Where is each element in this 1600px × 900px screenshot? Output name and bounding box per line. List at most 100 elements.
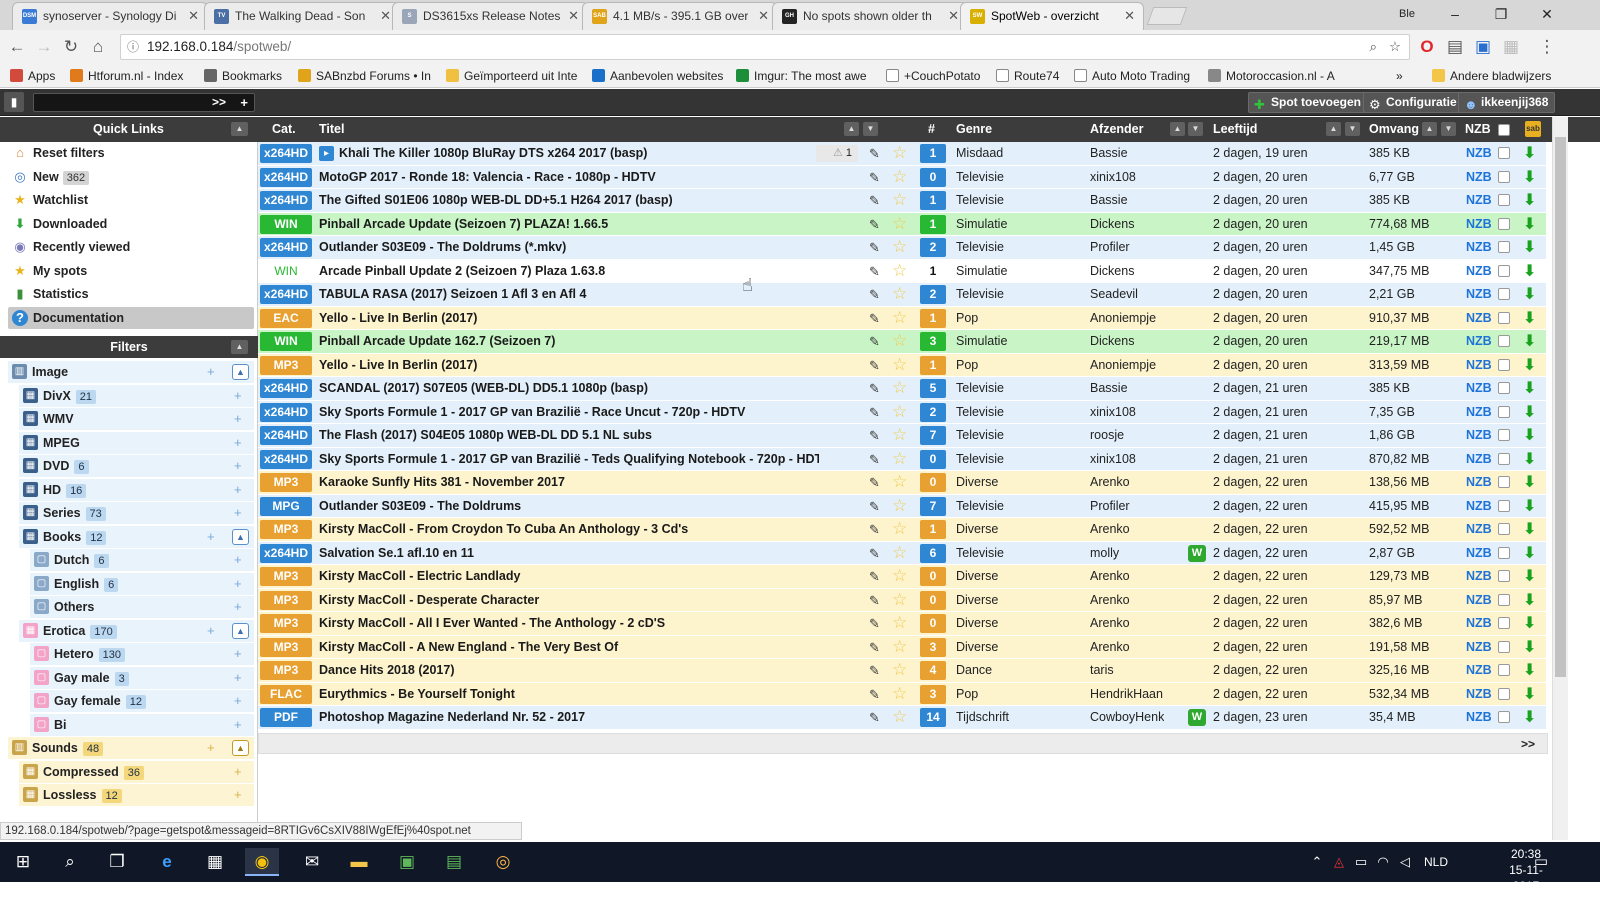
app-icon[interactable]: ▣ bbox=[390, 848, 424, 876]
quick-links-collapse-icon[interactable]: ▲ bbox=[231, 122, 248, 136]
download-arrow-icon[interactable]: ⬇ bbox=[1523, 215, 1536, 234]
filter-divx[interactable]: ▦ DivX 21 + bbox=[19, 384, 254, 407]
sort-title-desc[interactable]: ▼ bbox=[863, 122, 878, 136]
print-icon[interactable]: ▤ bbox=[1444, 36, 1466, 58]
filter-add-icon[interactable]: + bbox=[234, 643, 242, 665]
nzb-link[interactable]: NZB bbox=[1466, 330, 1492, 353]
spot-title[interactable]: Pinball Arcade Update (Seizoen 7) PLAZA!… bbox=[319, 213, 819, 236]
spot-row[interactable]: MP3 Karaoke Sunfly Hits 381 - November 20… bbox=[258, 471, 1546, 495]
watchlist-star-icon[interactable]: ☆ bbox=[892, 213, 907, 235]
filter-add-icon[interactable]: + bbox=[234, 690, 242, 712]
spot-category-badge[interactable]: x264HD bbox=[260, 167, 312, 187]
spot-select-checkbox[interactable] bbox=[1498, 593, 1510, 606]
watchlist-star-icon[interactable]: ☆ bbox=[892, 307, 907, 329]
spot-select-checkbox[interactable] bbox=[1498, 147, 1510, 159]
quick-link-watchlist[interactable]: ★ Watchlist bbox=[8, 189, 254, 211]
bookmark-item[interactable]: Geïmporteerd uit Inte bbox=[446, 67, 577, 85]
download-arrow-icon[interactable]: ⬇ bbox=[1523, 591, 1536, 610]
edit-icon[interactable]: ✎ bbox=[869, 142, 880, 165]
watchlist-star-icon[interactable]: ☆ bbox=[892, 636, 907, 658]
search-input[interactable]: >> + bbox=[33, 93, 255, 112]
forward-icon[interactable]: → bbox=[33, 36, 55, 58]
edit-icon[interactable]: ✎ bbox=[869, 612, 880, 635]
extension-icon[interactable]: ▣ bbox=[1472, 36, 1494, 58]
filter-add-icon[interactable]: + bbox=[207, 361, 215, 383]
spot-title[interactable]: Sky Sports Formule 1 - 2017 GP van Brazi… bbox=[319, 401, 819, 424]
spot-sender[interactable]: Bassie bbox=[1090, 189, 1128, 212]
spot-row[interactable]: x264HD The Gifted S01E06 1080p WEB-DL DD+… bbox=[258, 189, 1546, 213]
spot-category-badge[interactable]: MP3 bbox=[260, 661, 312, 680]
spot-sender[interactable]: Arenko bbox=[1090, 589, 1130, 612]
nzb-link[interactable]: NZB bbox=[1466, 424, 1492, 447]
spot-category-badge[interactable]: PDF bbox=[260, 708, 312, 727]
nzb-link[interactable]: NZB bbox=[1466, 142, 1492, 165]
download-arrow-icon[interactable]: ⬇ bbox=[1523, 614, 1536, 633]
spot-category-badge[interactable]: MP3 bbox=[260, 567, 312, 586]
spot-row[interactable]: MP3 Yello - Live In Berlin (2017) ✎ ☆ 1 Pop An… bbox=[258, 353, 1546, 377]
filter-mpeg[interactable]: ▦ MPEG + bbox=[19, 431, 254, 454]
browser-tab[interactable]: SAB 4.1 MB/s - 395.1 GB over ✕ bbox=[582, 2, 778, 30]
quick-link-downloaded[interactable]: ⬇ Downloaded bbox=[8, 213, 254, 235]
spot-category-badge[interactable]: x264HD bbox=[260, 144, 312, 163]
volume-icon[interactable]: ◁ bbox=[1388, 848, 1422, 876]
spot-row[interactable]: x264HD The Flash (2017) S04E05 1080p WEB-… bbox=[258, 424, 1546, 448]
nzb-link[interactable]: NZB bbox=[1466, 213, 1492, 236]
watchlist-star-icon[interactable]: ☆ bbox=[892, 565, 907, 587]
nzb-link[interactable]: NZB bbox=[1466, 448, 1492, 471]
store-icon[interactable]: ▦ bbox=[198, 848, 232, 876]
spot-sender[interactable]: Profiler bbox=[1090, 236, 1130, 259]
spot-sender[interactable]: Dickens bbox=[1090, 213, 1134, 236]
quick-link-statistics[interactable]: ▮ Statistics bbox=[8, 283, 254, 305]
tab-close-icon[interactable]: ✕ bbox=[568, 3, 579, 29]
column-cat[interactable]: Cat. bbox=[272, 117, 296, 142]
download-arrow-icon[interactable]: ⬇ bbox=[1523, 168, 1536, 187]
edit-icon[interactable]: ✎ bbox=[869, 565, 880, 588]
zoom-icon[interactable]: ⌕ bbox=[1369, 35, 1377, 59]
filter-add-icon[interactable]: + bbox=[207, 526, 215, 548]
spot-select-checkbox[interactable] bbox=[1498, 217, 1510, 230]
spot-row[interactable]: MP3 Kirsty MacColl - Electric Landlady ✎ ☆ 0… bbox=[258, 565, 1546, 589]
spot-sender[interactable]: Dickens bbox=[1090, 330, 1134, 353]
spot-select-checkbox[interactable] bbox=[1498, 687, 1510, 700]
spot-select-checkbox[interactable] bbox=[1498, 640, 1510, 653]
search-icon[interactable]: ⌕ bbox=[53, 848, 87, 876]
watchlist-star-icon[interactable]: ☆ bbox=[892, 448, 907, 470]
watchlist-star-icon[interactable]: ☆ bbox=[892, 354, 907, 376]
filter-add-icon[interactable]: + bbox=[234, 667, 242, 689]
edit-icon[interactable]: ✎ bbox=[869, 518, 880, 541]
download-arrow-icon[interactable]: ⬇ bbox=[1523, 356, 1536, 375]
spot-category-badge[interactable]: WIN bbox=[260, 332, 312, 351]
spot-category-badge[interactable]: x264HD bbox=[260, 426, 312, 445]
spot-select-checkbox[interactable] bbox=[1498, 405, 1510, 418]
bookmark-item[interactable]: SABnzbd Forums • In bbox=[298, 67, 431, 85]
spot-select-checkbox[interactable] bbox=[1498, 335, 1510, 347]
spot-row[interactable]: MP3 Kirsty MacColl - Desperate Character ✎… bbox=[258, 588, 1546, 612]
column-age[interactable]: Leeftijd bbox=[1213, 117, 1257, 142]
filter-lossless[interactable]: ▦ Lossless 12 + bbox=[19, 784, 254, 806]
edit-icon[interactable]: ✎ bbox=[869, 471, 880, 494]
filter-add-icon[interactable]: + bbox=[234, 784, 242, 806]
spot-sender[interactable]: Arenko bbox=[1090, 636, 1130, 659]
sab-icon[interactable]: sab bbox=[1525, 121, 1541, 137]
nzb-link[interactable]: NZB bbox=[1466, 565, 1492, 588]
filter-books[interactable]: ▦ Books 12 + ▲ bbox=[19, 525, 254, 548]
filter-add-icon[interactable]: + bbox=[234, 408, 242, 430]
chrome-icon[interactable]: ◉ bbox=[245, 848, 279, 876]
download-arrow-icon[interactable]: ⬇ bbox=[1523, 544, 1536, 563]
watchlist-star-icon[interactable]: ☆ bbox=[892, 612, 907, 634]
spot-select-checkbox[interactable] bbox=[1498, 382, 1510, 394]
nzb-link[interactable]: NZB bbox=[1466, 471, 1492, 494]
filter-add-icon[interactable]: + bbox=[234, 549, 242, 571]
spot-title[interactable]: SCANDAL (2017) S07E05 (WEB-DL) DD5.1 108… bbox=[319, 377, 819, 400]
bookmark-item[interactable]: Htforum.nl - Index bbox=[70, 67, 183, 85]
watchlist-star-icon[interactable]: ☆ bbox=[892, 706, 907, 728]
spot-row[interactable]: x264HD Sky Sports Formule 1 - 2017 GP van… bbox=[258, 400, 1546, 424]
nzb-link[interactable]: NZB bbox=[1466, 542, 1492, 565]
spot-sender[interactable]: Dickens bbox=[1090, 260, 1134, 283]
back-icon[interactable]: ← bbox=[6, 36, 28, 58]
spot-title[interactable]: Eurythmics - Be Yourself Tonight bbox=[319, 683, 819, 706]
filter-compressed[interactable]: ▦ Compressed 36 + bbox=[19, 760, 254, 783]
nzb-link[interactable]: NZB bbox=[1466, 706, 1492, 729]
spot-select-checkbox[interactable] bbox=[1498, 358, 1510, 371]
filter-others[interactable]: ▢ Others + bbox=[30, 596, 254, 618]
